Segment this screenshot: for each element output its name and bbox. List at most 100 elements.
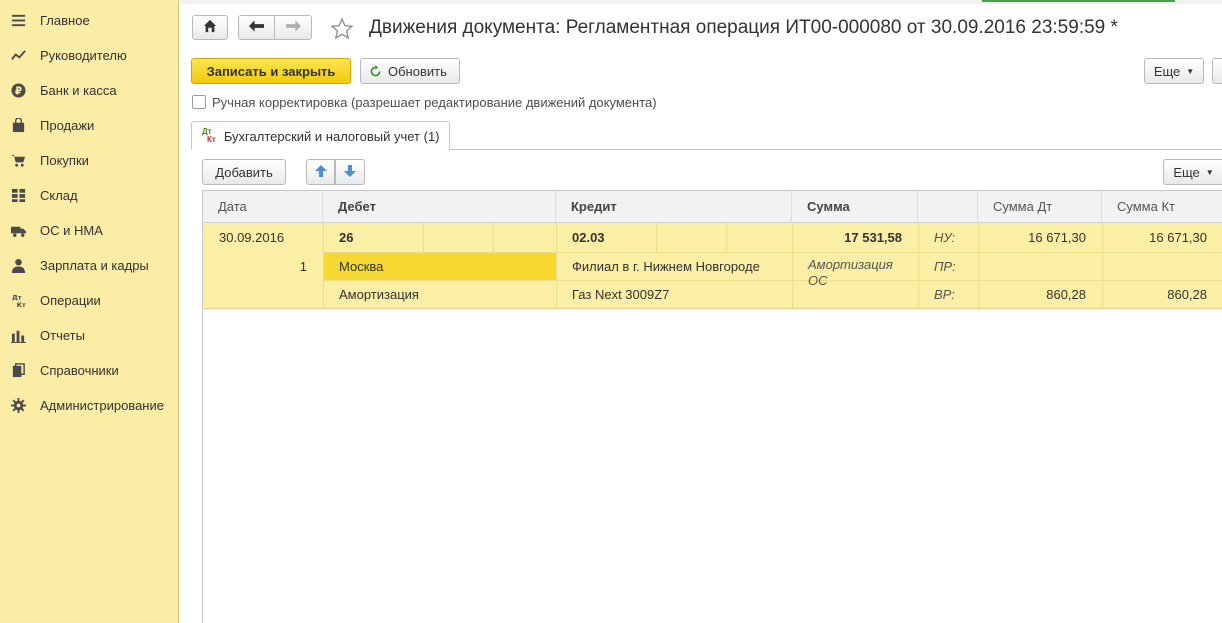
sidebar-item-label: Зарплата и кадры: [40, 258, 149, 273]
manual-correction-label: Ручная корректировка (разрешает редактир…: [212, 95, 657, 110]
truck-icon: [10, 223, 26, 239]
manual-correction-checkbox[interactable]: [192, 95, 206, 109]
refresh-label: Обновить: [388, 63, 447, 79]
refresh-button[interactable]: Обновить: [360, 58, 460, 84]
sidebar-item-directories[interactable]: Справочники: [0, 353, 178, 388]
sidebar-item-purchases[interactable]: Покупки: [0, 143, 178, 178]
save-and-close-button[interactable]: Записать и закрыть: [191, 58, 351, 84]
cell-debit-account: 26: [339, 230, 354, 245]
help-button[interactable]: [1212, 58, 1222, 84]
cell-vr-sum-dt: 860,28: [1046, 286, 1086, 302]
page-title: Движения документа: Регламентная операци…: [369, 17, 1118, 38]
row-bottom-line: [203, 308, 1222, 309]
more-button[interactable]: Еще ▼: [1144, 58, 1204, 84]
cart-icon: [10, 153, 26, 169]
back-button[interactable]: [238, 15, 275, 40]
kt-label: Кт: [207, 135, 216, 144]
col-divider: [556, 223, 557, 309]
document-form: Движения документа: Регламентная операци…: [180, 0, 1222, 623]
col-divider: [423, 223, 424, 252]
sidebar-item-label: Покупки: [40, 153, 89, 168]
sidebar-item-operations[interactable]: Дт Кт Операции: [0, 283, 178, 318]
home-icon: [203, 19, 217, 36]
col-divider: [493, 223, 494, 252]
more-label: Еще: [1153, 63, 1181, 79]
sidebar-item-sales[interactable]: Продажи: [0, 108, 178, 143]
grid-icon: [10, 188, 26, 204]
column-header-debit[interactable]: Дебет: [323, 191, 556, 223]
cell-date: 30.09.2016: [219, 230, 285, 245]
bar-chart-icon: [10, 328, 26, 344]
ruble-icon: ₽: [10, 83, 26, 99]
sidebar-item-administration[interactable]: Администрирование: [0, 388, 178, 423]
home-button[interactable]: [192, 15, 228, 40]
forward-button[interactable]: [274, 15, 312, 40]
cell-nu-sum-kt: 16 671,30: [1149, 230, 1207, 245]
cell-vr-sum-kt: 860,28: [1167, 286, 1207, 302]
sidebar-item-label: Администрирование: [40, 398, 164, 413]
table-more-label: Еще: [1173, 164, 1200, 180]
cell-credit-subconto-1: Филиал в г. Нижнем Новгороде: [572, 258, 760, 274]
row-divider: [323, 252, 1222, 253]
column-header-sum-dt[interactable]: Сумма Дт: [978, 191, 1102, 223]
favorite-star-icon[interactable]: [330, 17, 354, 41]
chevron-down-icon: ▼: [1205, 167, 1214, 177]
arrow-right-icon: [285, 20, 301, 35]
column-header-type[interactable]: [918, 191, 978, 223]
cell-content: Амортизация ОС: [808, 257, 893, 288]
sidebar-item-manager[interactable]: Руководителю: [0, 38, 178, 73]
tab-accounting-register[interactable]: Дт Кт Бухгалтерский и налоговый учет (1): [191, 121, 450, 150]
cell-debit-subconto-1: Москва: [339, 258, 384, 274]
sidebar-item-label: Отчеты: [40, 328, 85, 343]
books-icon: [10, 363, 26, 379]
move-up-button[interactable]: [306, 159, 335, 185]
cell-credit-account: 02.03: [572, 230, 605, 245]
col-divider: [918, 223, 919, 309]
sidebar-item-label: Склад: [40, 188, 78, 203]
refresh-icon: [369, 64, 382, 78]
sections-sidebar: Главное Руководителю ₽ Банк и касса Прод…: [0, 0, 179, 623]
trend-icon: [10, 48, 26, 64]
sidebar-item-label: Руководителю: [40, 48, 127, 63]
svg-text:Кт: Кт: [16, 301, 25, 308]
column-header-date[interactable]: Дата: [203, 191, 323, 223]
menu-icon: [10, 13, 26, 29]
col-divider: [656, 223, 657, 252]
active-window-indicator: [982, 0, 1175, 2]
col-divider: [726, 223, 727, 252]
cell-nu-sum-dt: 16 671,30: [1028, 230, 1086, 245]
sidebar-item-warehouse[interactable]: Склад: [0, 178, 178, 213]
cell-debit-subconto-2: Амортизация: [339, 286, 419, 302]
sidebar-item-label: Справочники: [40, 363, 119, 378]
col-divider: [323, 223, 324, 309]
column-header-sum-kt[interactable]: Сумма Кт: [1102, 191, 1222, 223]
cell-nu-label: НУ:: [934, 230, 956, 245]
movements-table: Дата Дебет Кредит Сумма Сумма Дт Сумма К…: [202, 190, 1222, 623]
arrow-left-icon: [249, 20, 264, 35]
open-windows-strip: [180, 0, 1222, 4]
row-divider: [323, 280, 1222, 281]
table-more-button[interactable]: Еще ▼: [1163, 159, 1222, 185]
cell-line-number: 1: [299, 258, 307, 274]
move-down-button[interactable]: [335, 159, 365, 185]
person-icon: [10, 258, 26, 274]
dt-kt-icon: Дт Кт: [202, 128, 216, 144]
sidebar-item-main[interactable]: Главное: [0, 3, 178, 38]
bag-icon: [10, 118, 26, 134]
arrow-down-icon: [344, 164, 356, 180]
sidebar-item-label: Главное: [40, 13, 90, 28]
add-button[interactable]: Добавить: [202, 159, 286, 185]
sidebar-item-fixed-assets[interactable]: ОС и НМА: [0, 213, 178, 248]
cell-sum: 17 531,58: [844, 230, 902, 245]
column-header-sum[interactable]: Сумма: [792, 191, 918, 223]
column-header-credit[interactable]: Кредит: [556, 191, 792, 223]
dt-kt-icon: Дт Кт: [10, 293, 26, 309]
chevron-down-icon: ▼: [1186, 66, 1195, 76]
sidebar-item-reports[interactable]: Отчеты: [0, 318, 178, 353]
sidebar-item-bank[interactable]: ₽ Банк и касса: [0, 73, 178, 108]
tab-label: Бухгалтерский и налоговый учет (1): [223, 128, 440, 144]
cell-credit-subconto-2: Газ Next 3009Z7: [572, 286, 670, 302]
arrow-up-icon: [314, 164, 327, 180]
gear-icon: [10, 398, 26, 414]
sidebar-item-salary[interactable]: Зарплата и кадры: [0, 248, 178, 283]
